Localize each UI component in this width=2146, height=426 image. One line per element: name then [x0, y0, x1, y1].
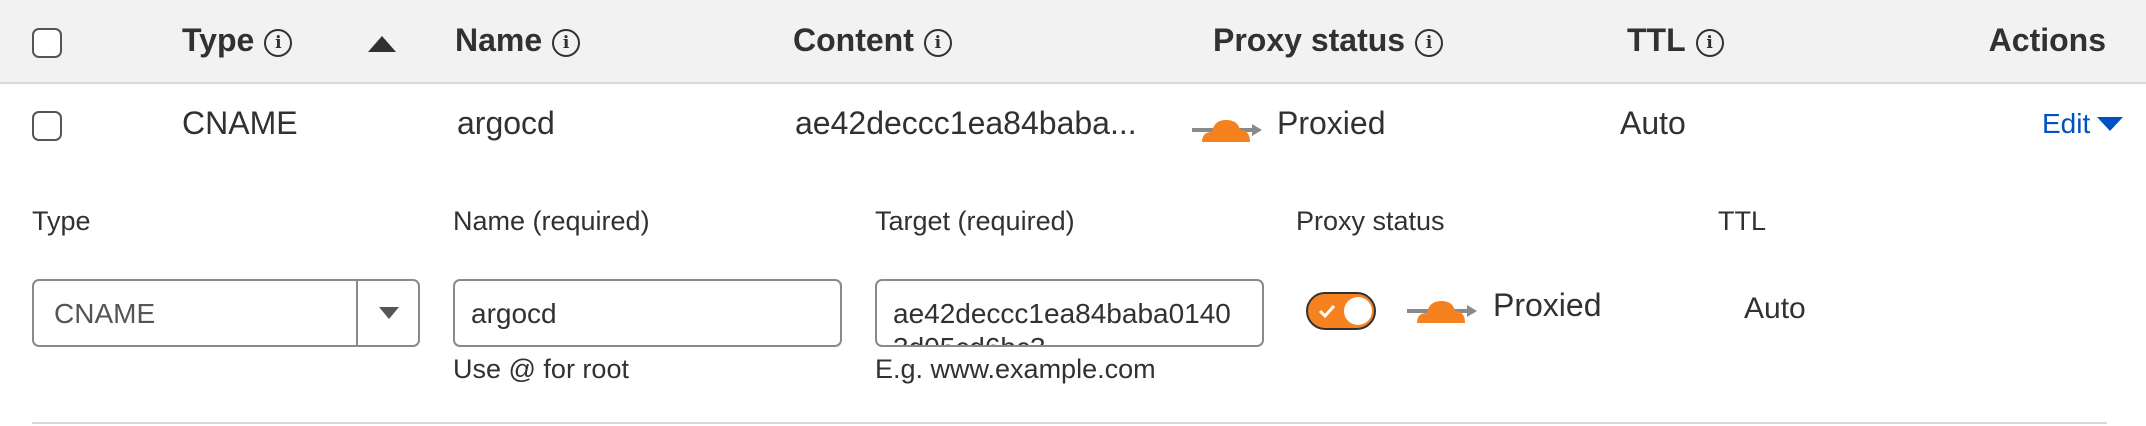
column-header-content[interactable]: Content i — [793, 22, 952, 59]
name-help-text: Use @ for root — [453, 354, 629, 384]
proxy-status-label: Proxy status — [1296, 206, 1445, 236]
column-header-actions: Actions — [1988, 22, 2106, 58]
record-proxy-status: Proxied — [1277, 105, 1386, 141]
name-input-value: argocd — [471, 298, 557, 329]
record-name: argocd — [457, 105, 555, 141]
ttl-label: TTL — [1718, 206, 1767, 236]
row-divider — [32, 422, 2107, 424]
column-header-ttl[interactable]: TTL i — [1627, 22, 1724, 59]
table-header: Type i Name i Content i Proxy status i TTL i … — [0, 0, 2146, 84]
column-header-type[interactable]: Type i — [182, 22, 293, 59]
select-divider — [356, 281, 358, 345]
select-all-checkbox[interactable] — [32, 28, 62, 58]
record-ttl: Auto — [1620, 105, 1686, 141]
record-content: ae42deccc1ea84baba... — [795, 105, 1137, 141]
name-label: Name (required) — [453, 206, 650, 236]
column-header-proxy-status[interactable]: Proxy status i — [1213, 22, 1444, 59]
target-input-line1: ae42deccc1ea84baba0140 — [893, 298, 1231, 329]
column-header-name[interactable]: Name i — [455, 22, 581, 59]
toggle-knob — [1344, 297, 1372, 325]
edit-button[interactable]: Edit — [2042, 108, 2123, 140]
proxied-cloud-icon — [1407, 301, 1477, 323]
info-icon[interactable]: i — [1695, 29, 1724, 57]
row-checkbox[interactable] — [32, 111, 62, 141]
name-input[interactable]: argocd — [453, 279, 842, 347]
ttl-value: Auto — [1744, 292, 1806, 325]
proxy-status-value: Proxied — [1493, 287, 1602, 323]
edit-label: Edit — [2042, 108, 2091, 139]
info-icon[interactable]: i — [1415, 29, 1444, 57]
target-input[interactable]: ae42deccc1ea84baba0140 3d05cd6bc3 — [875, 279, 1264, 347]
sort-ascending-icon[interactable] — [368, 36, 396, 52]
chevron-down-icon — [2096, 117, 2123, 131]
info-icon[interactable]: i — [264, 29, 293, 57]
type-label: Type — [32, 206, 91, 236]
info-icon[interactable]: i — [552, 29, 581, 57]
target-input-line2: 3d05cd6bc3 — [893, 332, 1046, 345]
type-select-value: CNAME — [54, 298, 156, 329]
chevron-down-icon — [379, 307, 399, 319]
info-icon[interactable]: i — [923, 29, 952, 57]
target-help-text: E.g. www.example.com — [875, 354, 1156, 384]
target-label: Target (required) — [875, 206, 1075, 236]
record-type: CNAME — [182, 105, 298, 141]
check-icon — [1318, 304, 1336, 319]
proxy-toggle[interactable] — [1306, 292, 1376, 330]
proxied-cloud-icon — [1192, 120, 1262, 142]
type-select[interactable]: CNAME — [32, 279, 420, 347]
